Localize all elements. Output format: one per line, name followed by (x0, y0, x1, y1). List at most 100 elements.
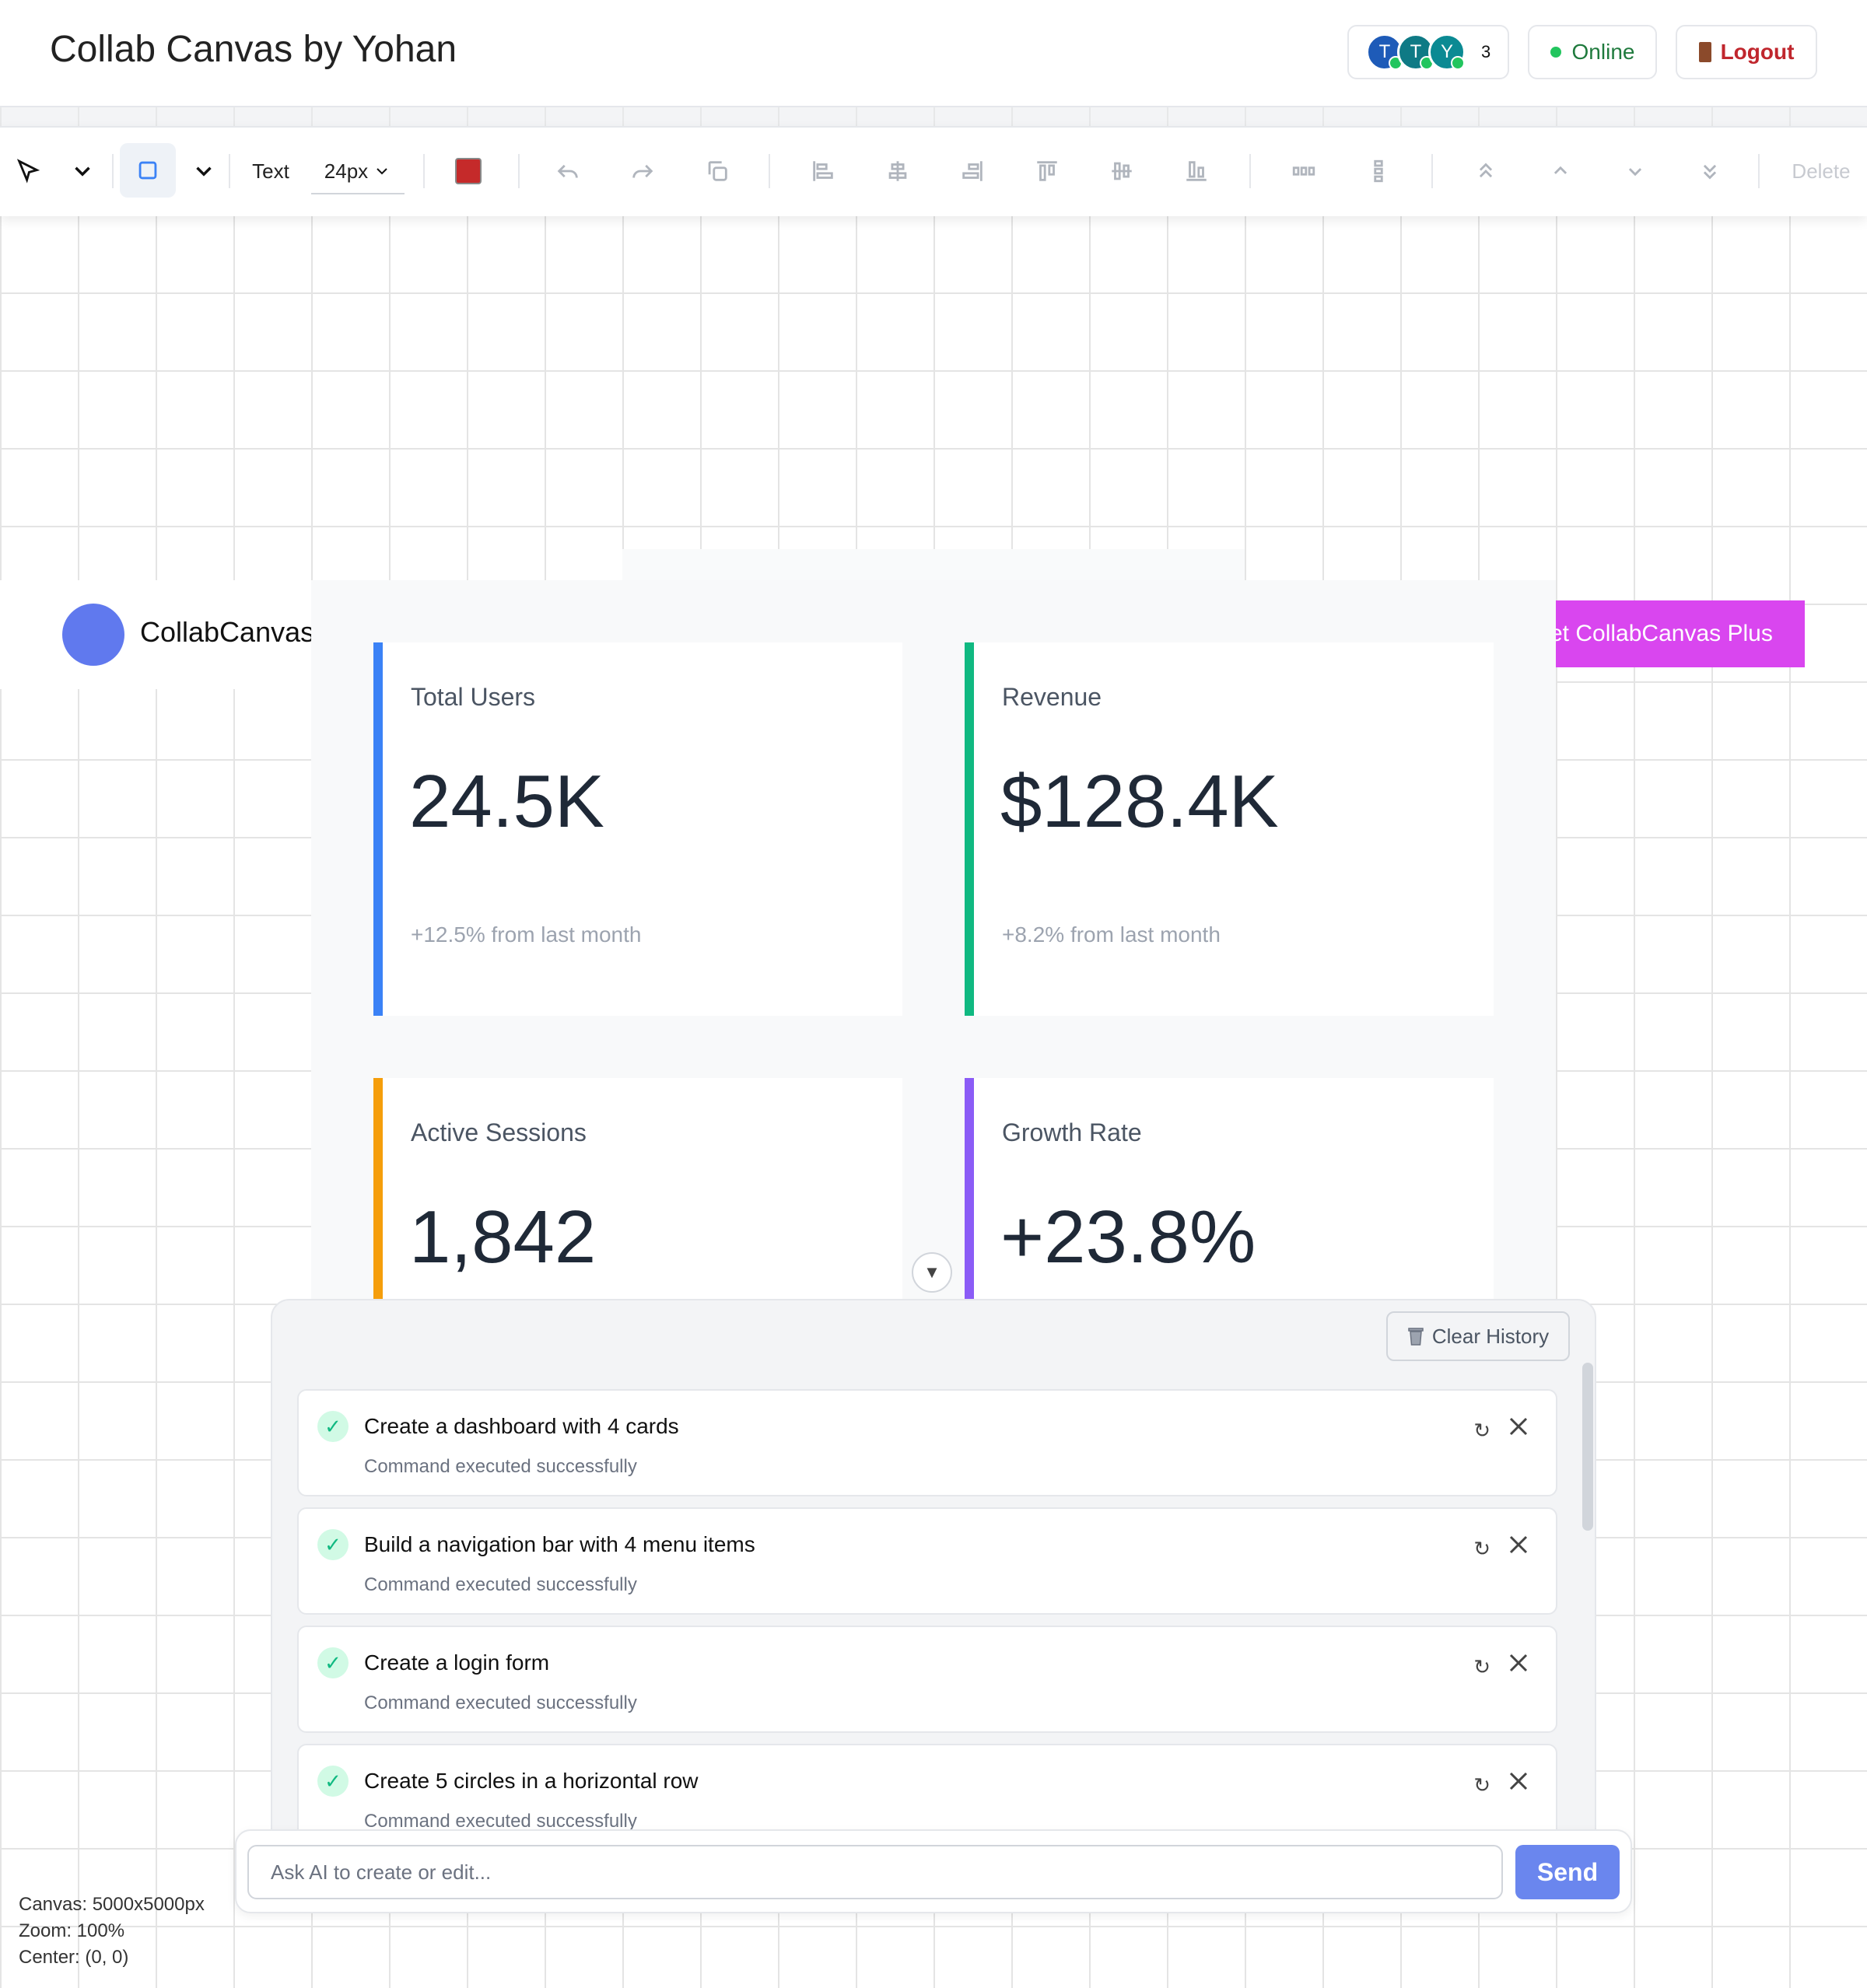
undo-icon (557, 164, 578, 178)
canvas-plus-button-text: et CollabCanvas Plus (1556, 621, 1773, 646)
toolbar-divider (518, 154, 520, 188)
distribute-vertical-button[interactable] (1358, 149, 1399, 193)
card-value: $128.4K (1000, 760, 1279, 843)
ruler-strip (0, 107, 1867, 126)
history-status: Command executed successfully (364, 1574, 637, 1595)
history-status: Command executed successfully (364, 1692, 637, 1713)
check-icon: ✓ (317, 1647, 349, 1678)
align-center-button[interactable] (877, 149, 918, 193)
canvas-plus-button-shape[interactable]: et CollabCanvas Plus (1556, 600, 1805, 667)
shape-tool-dropdown[interactable] (188, 149, 219, 193)
toolbar-divider (1431, 154, 1433, 188)
door-icon (1698, 42, 1711, 62)
canvas-brand-text[interactable]: CollabCanvas (140, 616, 314, 649)
send-button[interactable]: Send (1515, 1845, 1620, 1899)
retry-icon[interactable]: ↻ (1473, 1655, 1490, 1679)
history-scrollbar[interactable] (1582, 1363, 1593, 1531)
font-size-select[interactable]: 24px (311, 149, 405, 194)
history-command: Create 5 circles in a horizontal row (364, 1769, 699, 1793)
close-icon[interactable] (1503, 1411, 1534, 1442)
card-label: Total Users (411, 683, 536, 711)
chevron-down-icon (377, 168, 387, 175)
align-left-button[interactable] (803, 149, 843, 193)
history-item[interactable]: ✓ Build a navigation bar with 4 menu ite… (297, 1507, 1557, 1615)
chevron-down-icon (75, 166, 90, 177)
select-tool-dropdown[interactable] (67, 149, 98, 193)
retry-icon[interactable]: ↻ (1473, 1537, 1490, 1561)
redo-icon (632, 164, 653, 178)
duplicate-button[interactable] (697, 149, 737, 193)
history-item[interactable]: ✓ Create a login form Command executed s… (297, 1626, 1557, 1733)
collapse-panel-button[interactable]: ▼ (912, 1252, 952, 1293)
color-swatch (455, 158, 482, 184)
send-backward-button[interactable] (1615, 149, 1655, 193)
history-item[interactable]: ✓ Create a dashboard with 4 cards Comman… (297, 1389, 1557, 1496)
font-size-value: 24px (324, 159, 369, 183)
rectangle-tool-button[interactable] (120, 143, 176, 198)
align-bottom-icon (1186, 161, 1207, 181)
close-icon[interactable] (1503, 1766, 1534, 1797)
card-label: Growth Rate (1002, 1118, 1142, 1146)
user-count: 3 (1481, 42, 1491, 61)
redo-button[interactable] (622, 149, 663, 193)
ai-prompt-input[interactable] (247, 1845, 1503, 1899)
zoom-readout: Zoom: 100% (19, 1920, 125, 1941)
delete-button[interactable]: Delete (1786, 149, 1856, 193)
trash-icon (1408, 1328, 1424, 1346)
distribute-horizontal-icon (1292, 166, 1315, 176)
text-tool-button[interactable]: Text (247, 149, 294, 193)
bring-to-front-button[interactable] (1466, 149, 1506, 193)
align-top-button[interactable] (1027, 149, 1067, 193)
align-bottom-button[interactable] (1176, 149, 1217, 193)
app-header: Collab Canvas by Yohan T T Y 3 Online Lo… (0, 0, 1867, 107)
toolbar-divider (112, 154, 114, 188)
align-right-icon (962, 161, 983, 181)
close-icon[interactable] (1503, 1529, 1534, 1560)
toolbar-divider (423, 154, 425, 188)
undo-button[interactable] (548, 149, 588, 193)
align-right-button[interactable] (952, 149, 993, 193)
canvas-logo-circle[interactable] (62, 604, 124, 666)
align-left-icon (813, 161, 833, 181)
distribute-horizontal-button[interactable] (1284, 149, 1324, 193)
card-value: 1,842 (409, 1195, 597, 1279)
clear-history-label: Clear History (1431, 1324, 1550, 1348)
select-tool-button[interactable] (11, 149, 45, 193)
color-picker-button[interactable] (451, 149, 485, 193)
status-label: Online (1571, 40, 1635, 64)
history-command: Create a dashboard with 4 cards (364, 1414, 679, 1438)
align-middle-button[interactable] (1102, 149, 1142, 193)
stat-card-revenue[interactable]: Revenue $128.4K +8.2% from last month (965, 642, 1494, 1016)
check-icon: ✓ (317, 1766, 349, 1797)
canvas-dashboard-background[interactable]: Total Users 24.5K +12.5% from last month… (311, 580, 1556, 1451)
user-avatar[interactable]: Y (1428, 33, 1466, 71)
card-accent-bar (373, 642, 383, 1016)
toolbar: Text 24px Delete (0, 126, 1867, 216)
center-readout: Center: (0, 0) (19, 1947, 129, 1968)
retry-icon[interactable]: ↻ (1473, 1419, 1490, 1443)
app-title: Collab Canvas by Yohan (50, 29, 457, 70)
toolbar-divider (229, 154, 230, 188)
card-label: Revenue (1002, 683, 1102, 711)
bring-forward-button[interactable] (1540, 149, 1581, 193)
toolbar-divider (769, 154, 770, 188)
clear-history-button[interactable]: Clear History (1386, 1311, 1570, 1361)
retry-icon[interactable]: ↻ (1473, 1773, 1490, 1797)
canvas-size-readout: Canvas: 5000x5000px (19, 1894, 205, 1915)
send-to-back-button[interactable] (1690, 149, 1730, 193)
logout-button[interactable]: Logout (1676, 25, 1817, 79)
card-subtext: +12.5% from last month (411, 922, 642, 947)
canvas-dashboard-header-shape[interactable] (622, 549, 1245, 583)
distribute-vertical-icon (1374, 159, 1383, 183)
rectangle-icon (138, 161, 157, 180)
status-dot-icon (1550, 47, 1561, 58)
online-users-indicator[interactable]: T T Y 3 (1347, 25, 1509, 79)
card-label: Active Sessions (411, 1118, 587, 1146)
canvas-info: Canvas: 5000x5000px Zoom: 100% Center: (… (19, 1892, 205, 1971)
stat-card-total-users[interactable]: Total Users 24.5K +12.5% from last month (373, 642, 902, 1016)
align-middle-icon (1112, 162, 1132, 180)
chevrons-up-icon (1479, 163, 1493, 178)
check-icon: ✓ (317, 1411, 349, 1442)
close-icon[interactable] (1503, 1647, 1534, 1678)
align-top-icon (1037, 161, 1057, 181)
